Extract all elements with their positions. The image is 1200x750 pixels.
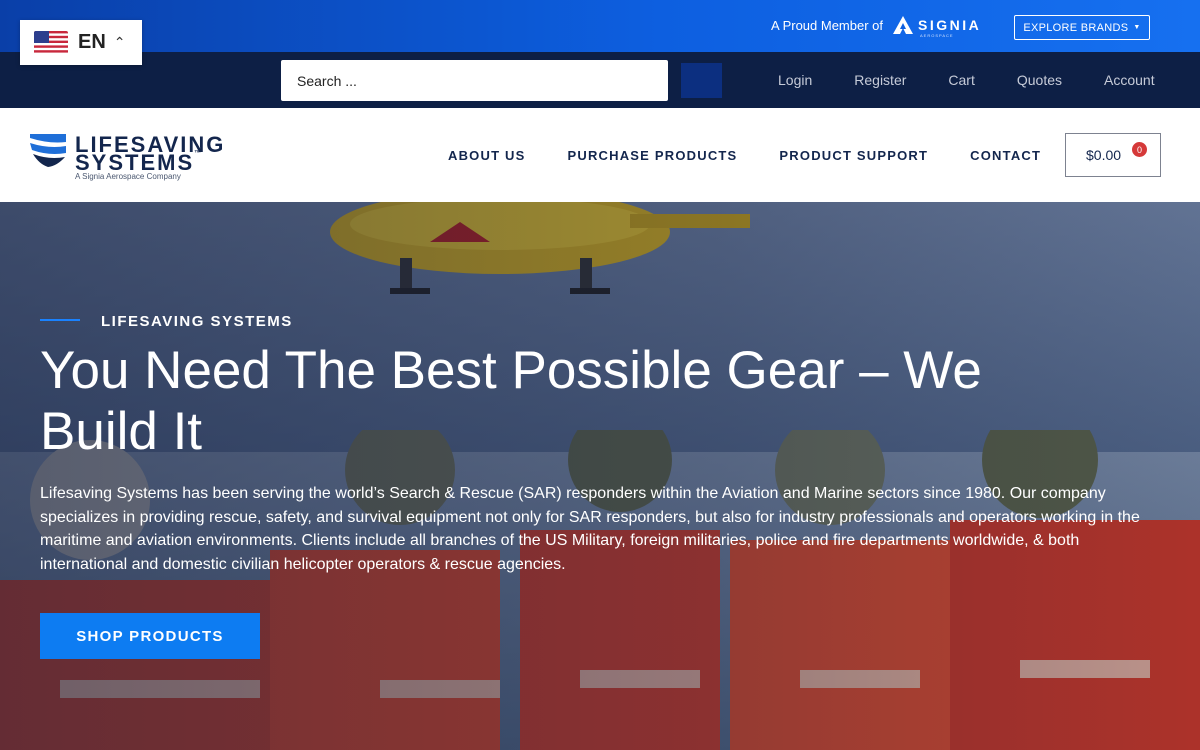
hero-title: You Need The Best Possible Gear – We Bui… — [40, 341, 982, 461]
register-link[interactable]: Register — [854, 72, 906, 88]
cart-total: $0.00 — [1086, 147, 1122, 163]
signia-logo[interactable]: SIGNIA AEROSPACE — [892, 15, 982, 38]
nav-contact[interactable]: CONTACT — [970, 148, 1041, 163]
cart-count-badge: 0 — [1132, 142, 1147, 157]
site-logo[interactable]: LIFESAVING SYSTEMS™ A Signia Aerospace C… — [29, 132, 223, 181]
hero-overlay — [0, 202, 1200, 750]
quotes-link[interactable]: Quotes — [1017, 72, 1062, 88]
chevron-up-icon: ⌃ — [113, 34, 126, 50]
nav-purchase-products[interactable]: PURCHASE PRODUCTS — [568, 148, 738, 163]
nav-about-us[interactable]: ABOUT US — [448, 148, 526, 163]
signia-subtext: AEROSPACE — [920, 33, 954, 38]
search-input[interactable]: Search ... — [281, 60, 668, 101]
nav-product-support[interactable]: PRODUCT SUPPORT — [779, 148, 928, 163]
utility-bar: Search ... Login Register Cart Quotes Ac… — [0, 52, 1200, 108]
shield-logo-icon — [30, 134, 66, 167]
explore-brands-button[interactable]: EXPLORE BRANDS ▼ — [1014, 15, 1150, 40]
top-bar: A Proud Member of SIGNIA AEROSPACE EXPLO… — [0, 0, 1200, 52]
member-text: A Proud Member of — [771, 18, 883, 33]
hero-description: Lifesaving Systems has been serving the … — [40, 485, 1140, 573]
language-selector[interactable]: EN ⌃ — [20, 20, 142, 65]
main-nav: ABOUT US PURCHASE PRODUCTS PRODUCT SUPPO… — [448, 148, 1041, 163]
search-button[interactable] — [681, 63, 722, 98]
login-link[interactable]: Login — [778, 72, 812, 88]
signia-icon — [893, 16, 913, 34]
language-code: EN — [78, 31, 106, 53]
logo-tagline: A Signia Aerospace Company — [75, 172, 181, 181]
hero-eyebrow: LIFESAVING SYSTEMS — [101, 313, 293, 330]
site-header: LIFESAVING SYSTEMS™ A Signia Aerospace C… — [0, 108, 1200, 202]
search-placeholder: Search ... — [297, 72, 357, 89]
shop-products-button[interactable]: SHOP PRODUCTS — [40, 613, 260, 659]
signia-wordmark: SIGNIA — [918, 17, 982, 33]
explore-brands-label: EXPLORE BRANDS — [1023, 21, 1129, 34]
account-link[interactable]: Account — [1104, 72, 1155, 88]
caret-down-icon: ▼ — [1133, 24, 1141, 31]
cart-button[interactable]: $0.00 0 — [1065, 133, 1161, 177]
us-flag-icon — [34, 30, 68, 55]
hero-section: LIFESAVING SYSTEMS You Need The Best Pos… — [0, 202, 1200, 750]
account-links: Login Register Cart Quotes Account — [778, 72, 1155, 88]
cart-link[interactable]: Cart — [948, 72, 974, 88]
eyebrow-divider — [40, 319, 80, 321]
logo-trademark: ™ — [194, 150, 204, 157]
